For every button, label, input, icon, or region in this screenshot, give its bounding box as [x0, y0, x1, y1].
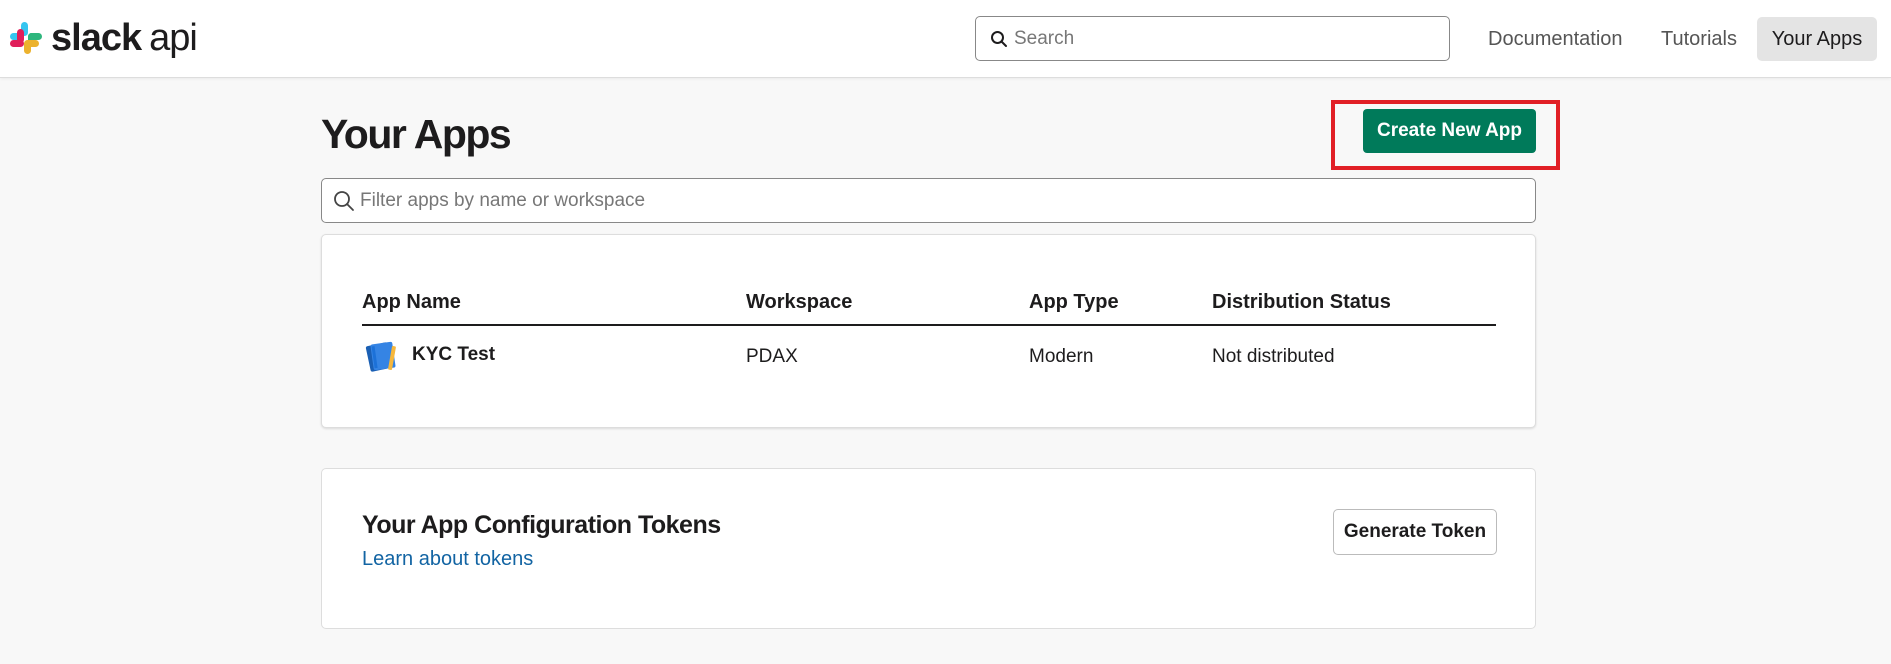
app-workspace: PDAX: [746, 346, 798, 367]
notebook-icon: [365, 341, 396, 372]
table-header-divider: [362, 324, 1496, 326]
nav-documentation-link[interactable]: Documentation: [1488, 17, 1623, 61]
filter-apps-input[interactable]: [360, 179, 1520, 222]
search-box[interactable]: [975, 16, 1450, 61]
top-nav-bar: slackapi Documentation Tutorials Your Ap…: [0, 0, 1891, 78]
slack-logo-icon: [10, 22, 42, 54]
search-icon: [991, 31, 1007, 47]
app-name-link[interactable]: KYC Test: [412, 343, 495, 367]
column-header-distribution-status: Distribution Status: [1212, 291, 1391, 313]
filter-apps-box[interactable]: [321, 178, 1536, 223]
nav-tutorials-link[interactable]: Tutorials: [1661, 17, 1737, 61]
logo-product: api: [149, 17, 198, 59]
column-header-workspace: Workspace: [746, 291, 853, 313]
config-tokens-card: Your App Configuration Tokens Learn abou…: [321, 468, 1536, 629]
create-new-app-button[interactable]: Create New App: [1363, 109, 1536, 153]
logo-brand: slack: [51, 17, 142, 59]
column-header-app-type: App Type: [1029, 291, 1119, 313]
search-icon: [334, 191, 354, 211]
tokens-heading: Your App Configuration Tokens: [362, 511, 721, 539]
generate-token-button[interactable]: Generate Token: [1333, 509, 1497, 555]
slack-api-logo[interactable]: slack api: [8, 17, 198, 59]
app-type: Modern: [1029, 346, 1094, 367]
page-title: Your Apps: [321, 111, 512, 157]
learn-about-tokens-link[interactable]: Learn about tokens: [362, 547, 533, 571]
search-input[interactable]: [1014, 17, 1434, 60]
nav-your-apps-link[interactable]: Your Apps: [1757, 17, 1877, 61]
app-distribution-status: Not distributed: [1212, 346, 1335, 367]
column-header-app-name: App Name: [362, 291, 461, 313]
apps-table-card: App Name Workspace App Type Distribution…: [321, 234, 1536, 428]
logo-text: slack api: [51, 17, 198, 59]
